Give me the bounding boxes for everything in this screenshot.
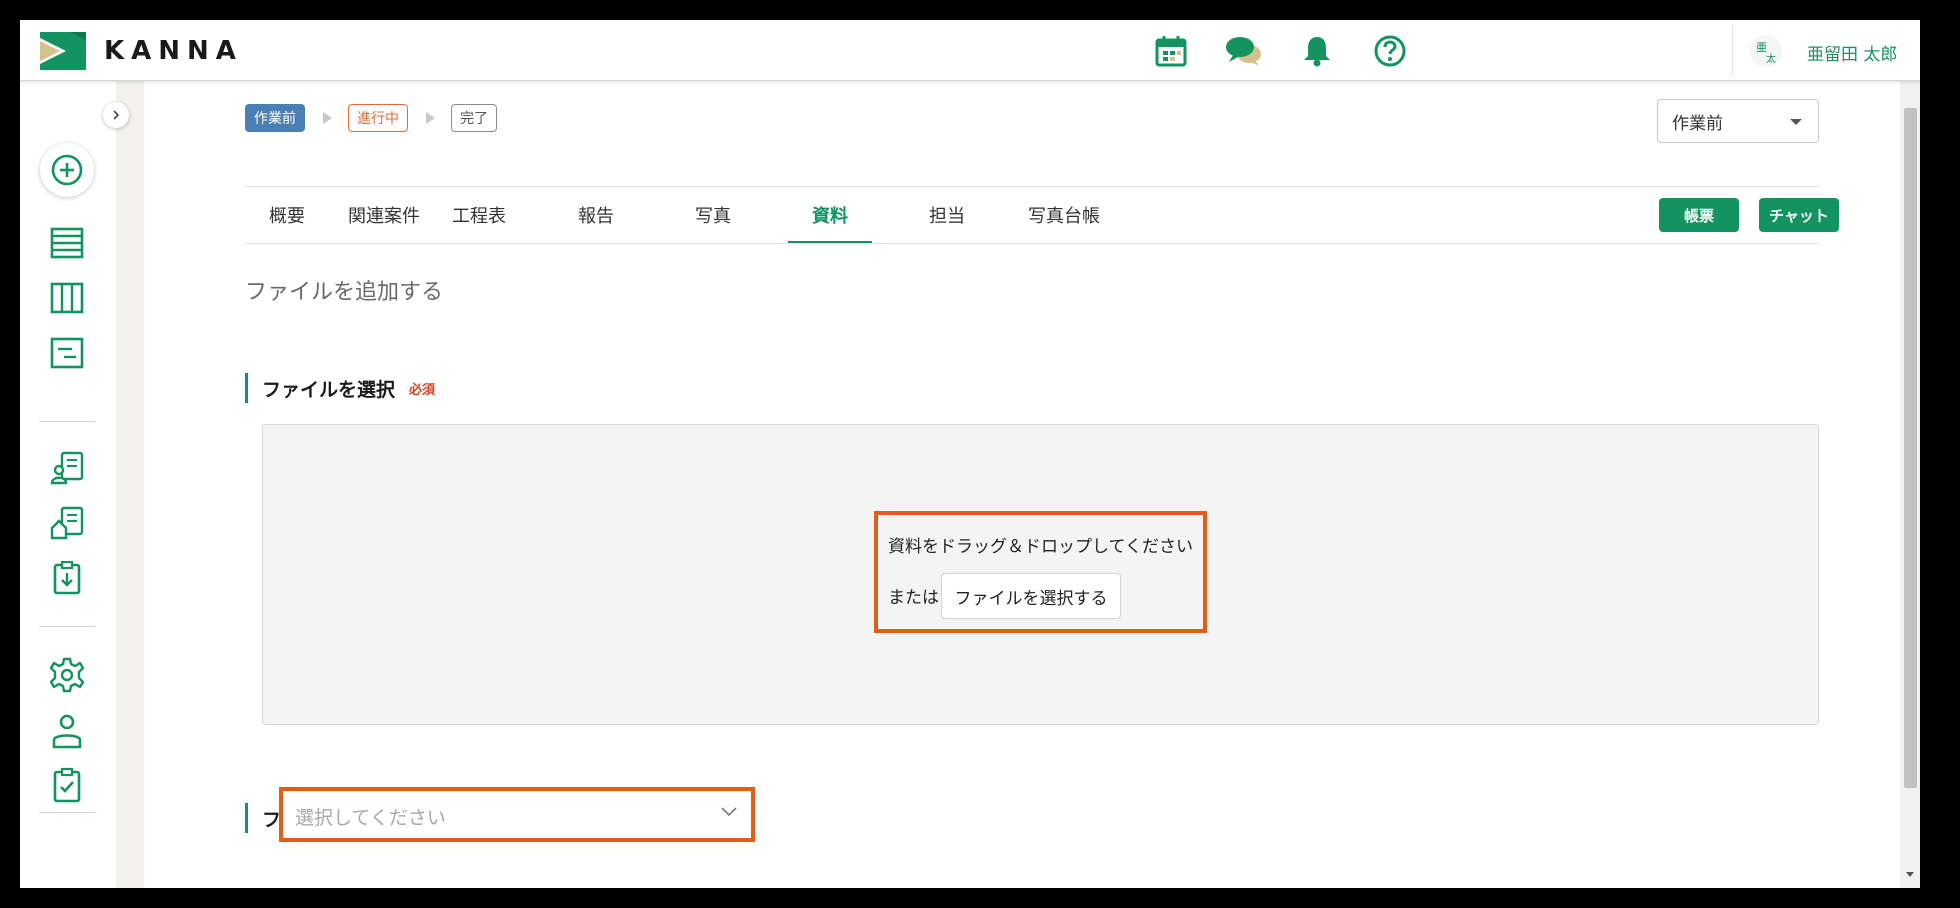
chevron-right-icon	[113, 110, 120, 120]
checklist-icon[interactable]	[46, 764, 88, 806]
app-window: KANNA 亜 太 亜留田 太郎 作業前 進行中 完了 作業前 概要 関連案件 …	[20, 20, 1920, 888]
step-arrow-icon	[323, 112, 332, 124]
sidebar-divider	[39, 812, 95, 813]
chevron-down-icon	[721, 807, 737, 817]
caret-down-icon	[1790, 119, 1802, 125]
document-icon[interactable]	[46, 332, 88, 374]
dropzone-highlight: 資料をドラッグ＆ドロップしてください または ファイルを選択する	[874, 511, 1207, 633]
sidebar-toggle-button[interactable]	[103, 102, 129, 128]
page-title: ファイルを追加する	[245, 280, 444, 305]
help-icon[interactable]	[1371, 32, 1409, 70]
status-stepper: 作業前 進行中 完了	[245, 104, 497, 132]
scrollbar-thumb[interactable]	[1904, 108, 1917, 788]
scroll-down-arrow-icon[interactable]	[1906, 872, 1914, 877]
add-icon	[51, 154, 83, 186]
header-divider	[1732, 26, 1733, 76]
report-form-button[interactable]: 帳票	[1659, 198, 1739, 232]
step-arrow-icon	[426, 112, 435, 124]
select-file-button[interactable]: ファイルを選択する	[941, 573, 1121, 619]
add-button[interactable]	[40, 143, 94, 197]
status-select-value: 作業前	[1672, 113, 1723, 134]
calendar-icon[interactable]	[1152, 32, 1190, 70]
sidebar-divider	[39, 421, 95, 422]
tab-assignees[interactable]: 担当	[905, 187, 989, 243]
step-complete[interactable]: 完了	[451, 104, 497, 132]
chat-icon[interactable]	[1225, 32, 1263, 70]
user-icon[interactable]	[46, 710, 88, 752]
tab-documents[interactable]: 資料	[788, 187, 872, 244]
tab-schedule[interactable]: 工程表	[437, 187, 521, 243]
avatar[interactable]: 亜 太	[1750, 35, 1782, 67]
tab-photo-ledger[interactable]: 写真台帳	[1009, 187, 1119, 243]
settings-icon[interactable]	[46, 654, 88, 696]
property-icon[interactable]	[46, 502, 88, 544]
drop-instruction: 資料をドラッグ＆ドロップしてください	[888, 537, 1193, 557]
file-section-label: ファイルを選択 必須	[245, 373, 435, 403]
board-icon[interactable]	[46, 277, 88, 319]
list-icon[interactable]	[46, 222, 88, 264]
main-content: 作業前 進行中 完了 作業前 概要 関連案件 工程表 報告 写真 資料 担当 写…	[144, 81, 1920, 888]
tabs-divider-bottom	[245, 243, 1819, 244]
required-badge: 必須	[409, 382, 436, 398]
user-name[interactable]: 亜留田 太郎	[1807, 40, 1897, 65]
download-report-icon[interactable]	[46, 557, 88, 599]
folder-select[interactable]: 選択してください	[279, 787, 755, 842]
step-before-work[interactable]: 作業前	[245, 104, 305, 132]
tab-overview[interactable]: 概要	[245, 187, 329, 243]
client-icon[interactable]	[46, 447, 88, 489]
avatar-char-2: 太	[1766, 54, 1776, 65]
sidebar-divider	[39, 626, 95, 627]
kanna-logo-icon	[40, 32, 86, 70]
folder-select-placeholder: 選択してください	[295, 807, 446, 829]
file-dropzone[interactable]: 資料をドラッグ＆ドロップしてください または ファイルを選択する	[262, 424, 1819, 725]
bell-icon[interactable]	[1298, 32, 1336, 70]
file-section-title: ファイルを選択	[262, 378, 396, 401]
sidebar-gutter	[116, 81, 144, 888]
status-select[interactable]: 作業前	[1657, 99, 1819, 143]
tab-related-projects[interactable]: 関連案件	[339, 187, 429, 243]
top-header: KANNA 亜 太 亜留田 太郎	[20, 20, 1920, 81]
chat-button[interactable]: チャット	[1759, 198, 1839, 232]
brand-name: KANNA	[104, 36, 243, 66]
or-text: または	[888, 588, 939, 608]
logo[interactable]: KANNA	[40, 32, 243, 70]
step-in-progress[interactable]: 進行中	[348, 104, 408, 132]
tab-photos[interactable]: 写真	[671, 187, 755, 243]
tab-report[interactable]: 報告	[554, 187, 638, 243]
